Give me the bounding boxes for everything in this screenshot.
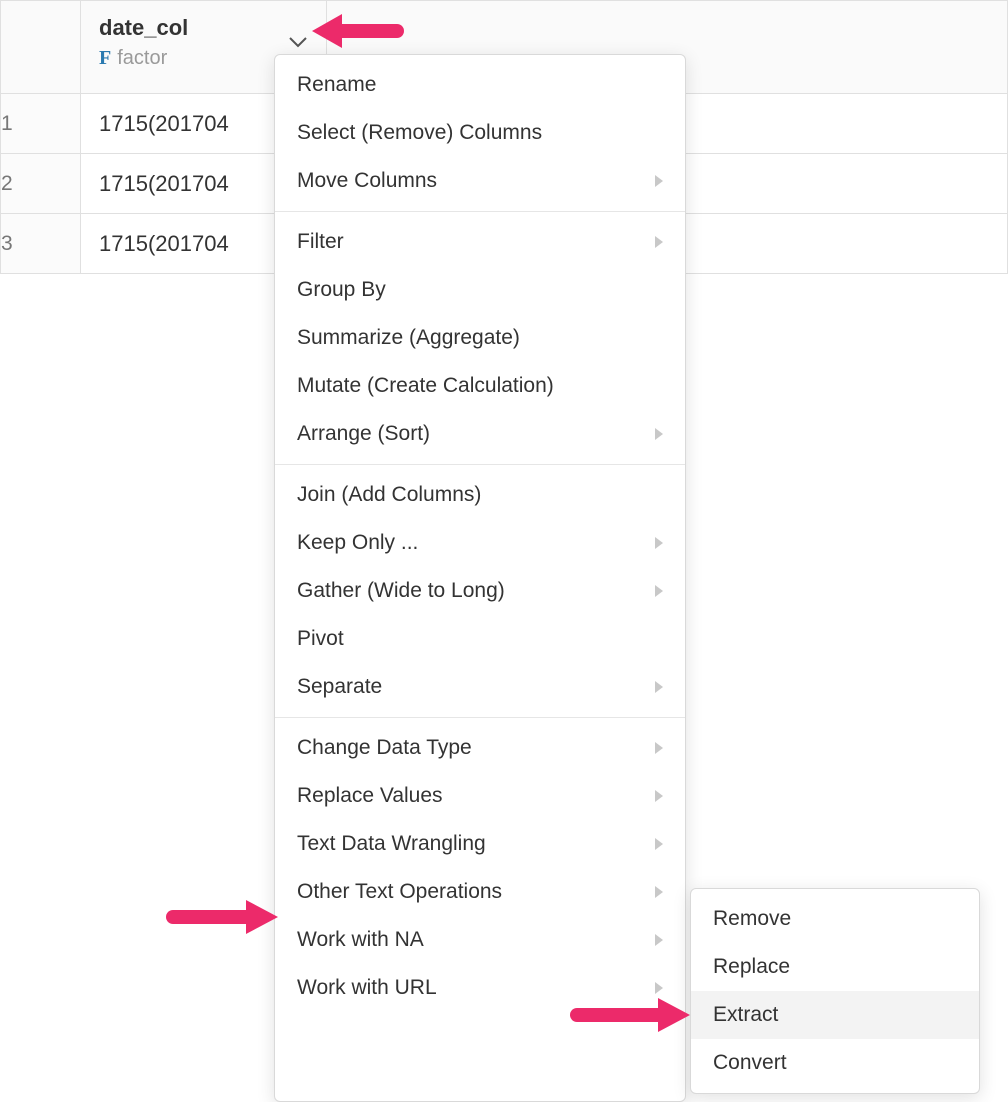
submenu-item-convert[interactable]: Convert [691, 1039, 979, 1087]
submenu-item-extract[interactable]: Extract [691, 991, 979, 1039]
menu-item-other-text-operations[interactable]: Other Text Operations [275, 868, 685, 916]
menu-item-label: Extract [713, 1003, 778, 1027]
menu-item-label: Select (Remove) Columns [297, 121, 542, 145]
text-wrangling-submenu: Remove Replace Extract Convert [690, 888, 980, 1094]
chevron-right-icon [655, 838, 663, 850]
chevron-right-icon [655, 175, 663, 187]
row-number: 3 [1, 214, 81, 274]
chevron-right-icon [655, 428, 663, 440]
submenu-item-remove[interactable]: Remove [691, 895, 979, 943]
type-badge-icon: F [99, 47, 111, 70]
menu-item-replace-values[interactable]: Replace Values [275, 772, 685, 820]
menu-item-label: Summarize (Aggregate) [297, 326, 520, 350]
row-number: 2 [1, 154, 81, 214]
menu-item-label: Text Data Wrangling [297, 832, 486, 856]
row-number-header [1, 1, 81, 94]
menu-item-arrange[interactable]: Arrange (Sort) [275, 410, 685, 458]
chevron-right-icon [655, 742, 663, 754]
menu-item-select-remove-columns[interactable]: Select (Remove) Columns [275, 109, 685, 157]
column-type-label: factor [117, 47, 167, 70]
chevron-right-icon [655, 934, 663, 946]
menu-item-label: Work with URL [297, 976, 437, 1000]
column-context-menu: Rename Select (Remove) Columns Move Colu… [274, 54, 686, 1102]
menu-item-text-data-wrangling[interactable]: Text Data Wrangling [275, 820, 685, 868]
menu-item-work-with-url[interactable]: Work with URL [275, 964, 685, 1012]
menu-item-label: Convert [713, 1051, 787, 1075]
menu-item-rename[interactable]: Rename [275, 61, 685, 109]
menu-item-label: Group By [297, 278, 386, 302]
menu-item-label: Separate [297, 675, 382, 699]
chevron-down-icon [288, 35, 308, 49]
menu-item-filter[interactable]: Filter [275, 218, 685, 266]
menu-item-join[interactable]: Join (Add Columns) [275, 471, 685, 519]
menu-item-pivot[interactable]: Pivot [275, 615, 685, 663]
chevron-right-icon [655, 982, 663, 994]
submenu-item-replace[interactable]: Replace [691, 943, 979, 991]
menu-item-label: Move Columns [297, 169, 437, 193]
menu-item-label: Rename [297, 73, 376, 97]
menu-item-label: Work with NA [297, 928, 424, 952]
menu-item-separate[interactable]: Separate [275, 663, 685, 711]
menu-item-gather[interactable]: Gather (Wide to Long) [275, 567, 685, 615]
chevron-right-icon [655, 585, 663, 597]
menu-item-label: Other Text Operations [297, 880, 502, 904]
row-number: 1 [1, 94, 81, 154]
menu-item-label: Arrange (Sort) [297, 422, 430, 446]
column-name: date_col [99, 15, 308, 41]
chevron-right-icon [655, 790, 663, 802]
chevron-right-icon [655, 681, 663, 693]
chevron-right-icon [655, 537, 663, 549]
menu-item-label: Mutate (Create Calculation) [297, 374, 554, 398]
menu-item-label: Remove [713, 907, 791, 931]
column-menu-trigger[interactable] [288, 35, 308, 49]
menu-item-label: Change Data Type [297, 736, 472, 760]
menu-separator [275, 464, 685, 465]
menu-item-label: Gather (Wide to Long) [297, 579, 505, 603]
menu-item-keep-only[interactable]: Keep Only ... [275, 519, 685, 567]
chevron-right-icon [655, 886, 663, 898]
menu-item-work-with-na[interactable]: Work with NA [275, 916, 685, 964]
menu-item-label: Replace Values [297, 784, 443, 808]
chevron-right-icon [655, 236, 663, 248]
menu-item-label: Filter [297, 230, 344, 254]
annotation-arrow-icon [168, 892, 278, 942]
menu-separator [275, 717, 685, 718]
menu-item-label: Keep Only ... [297, 531, 418, 555]
menu-item-label: Join (Add Columns) [297, 483, 481, 507]
menu-item-mutate[interactable]: Mutate (Create Calculation) [275, 362, 685, 410]
menu-item-label: Pivot [297, 627, 344, 651]
menu-item-group-by[interactable]: Group By [275, 266, 685, 314]
menu-separator [275, 211, 685, 212]
menu-item-move-columns[interactable]: Move Columns [275, 157, 685, 205]
menu-item-label: Replace [713, 955, 790, 979]
menu-item-change-data-type[interactable]: Change Data Type [275, 724, 685, 772]
menu-item-summarize[interactable]: Summarize (Aggregate) [275, 314, 685, 362]
